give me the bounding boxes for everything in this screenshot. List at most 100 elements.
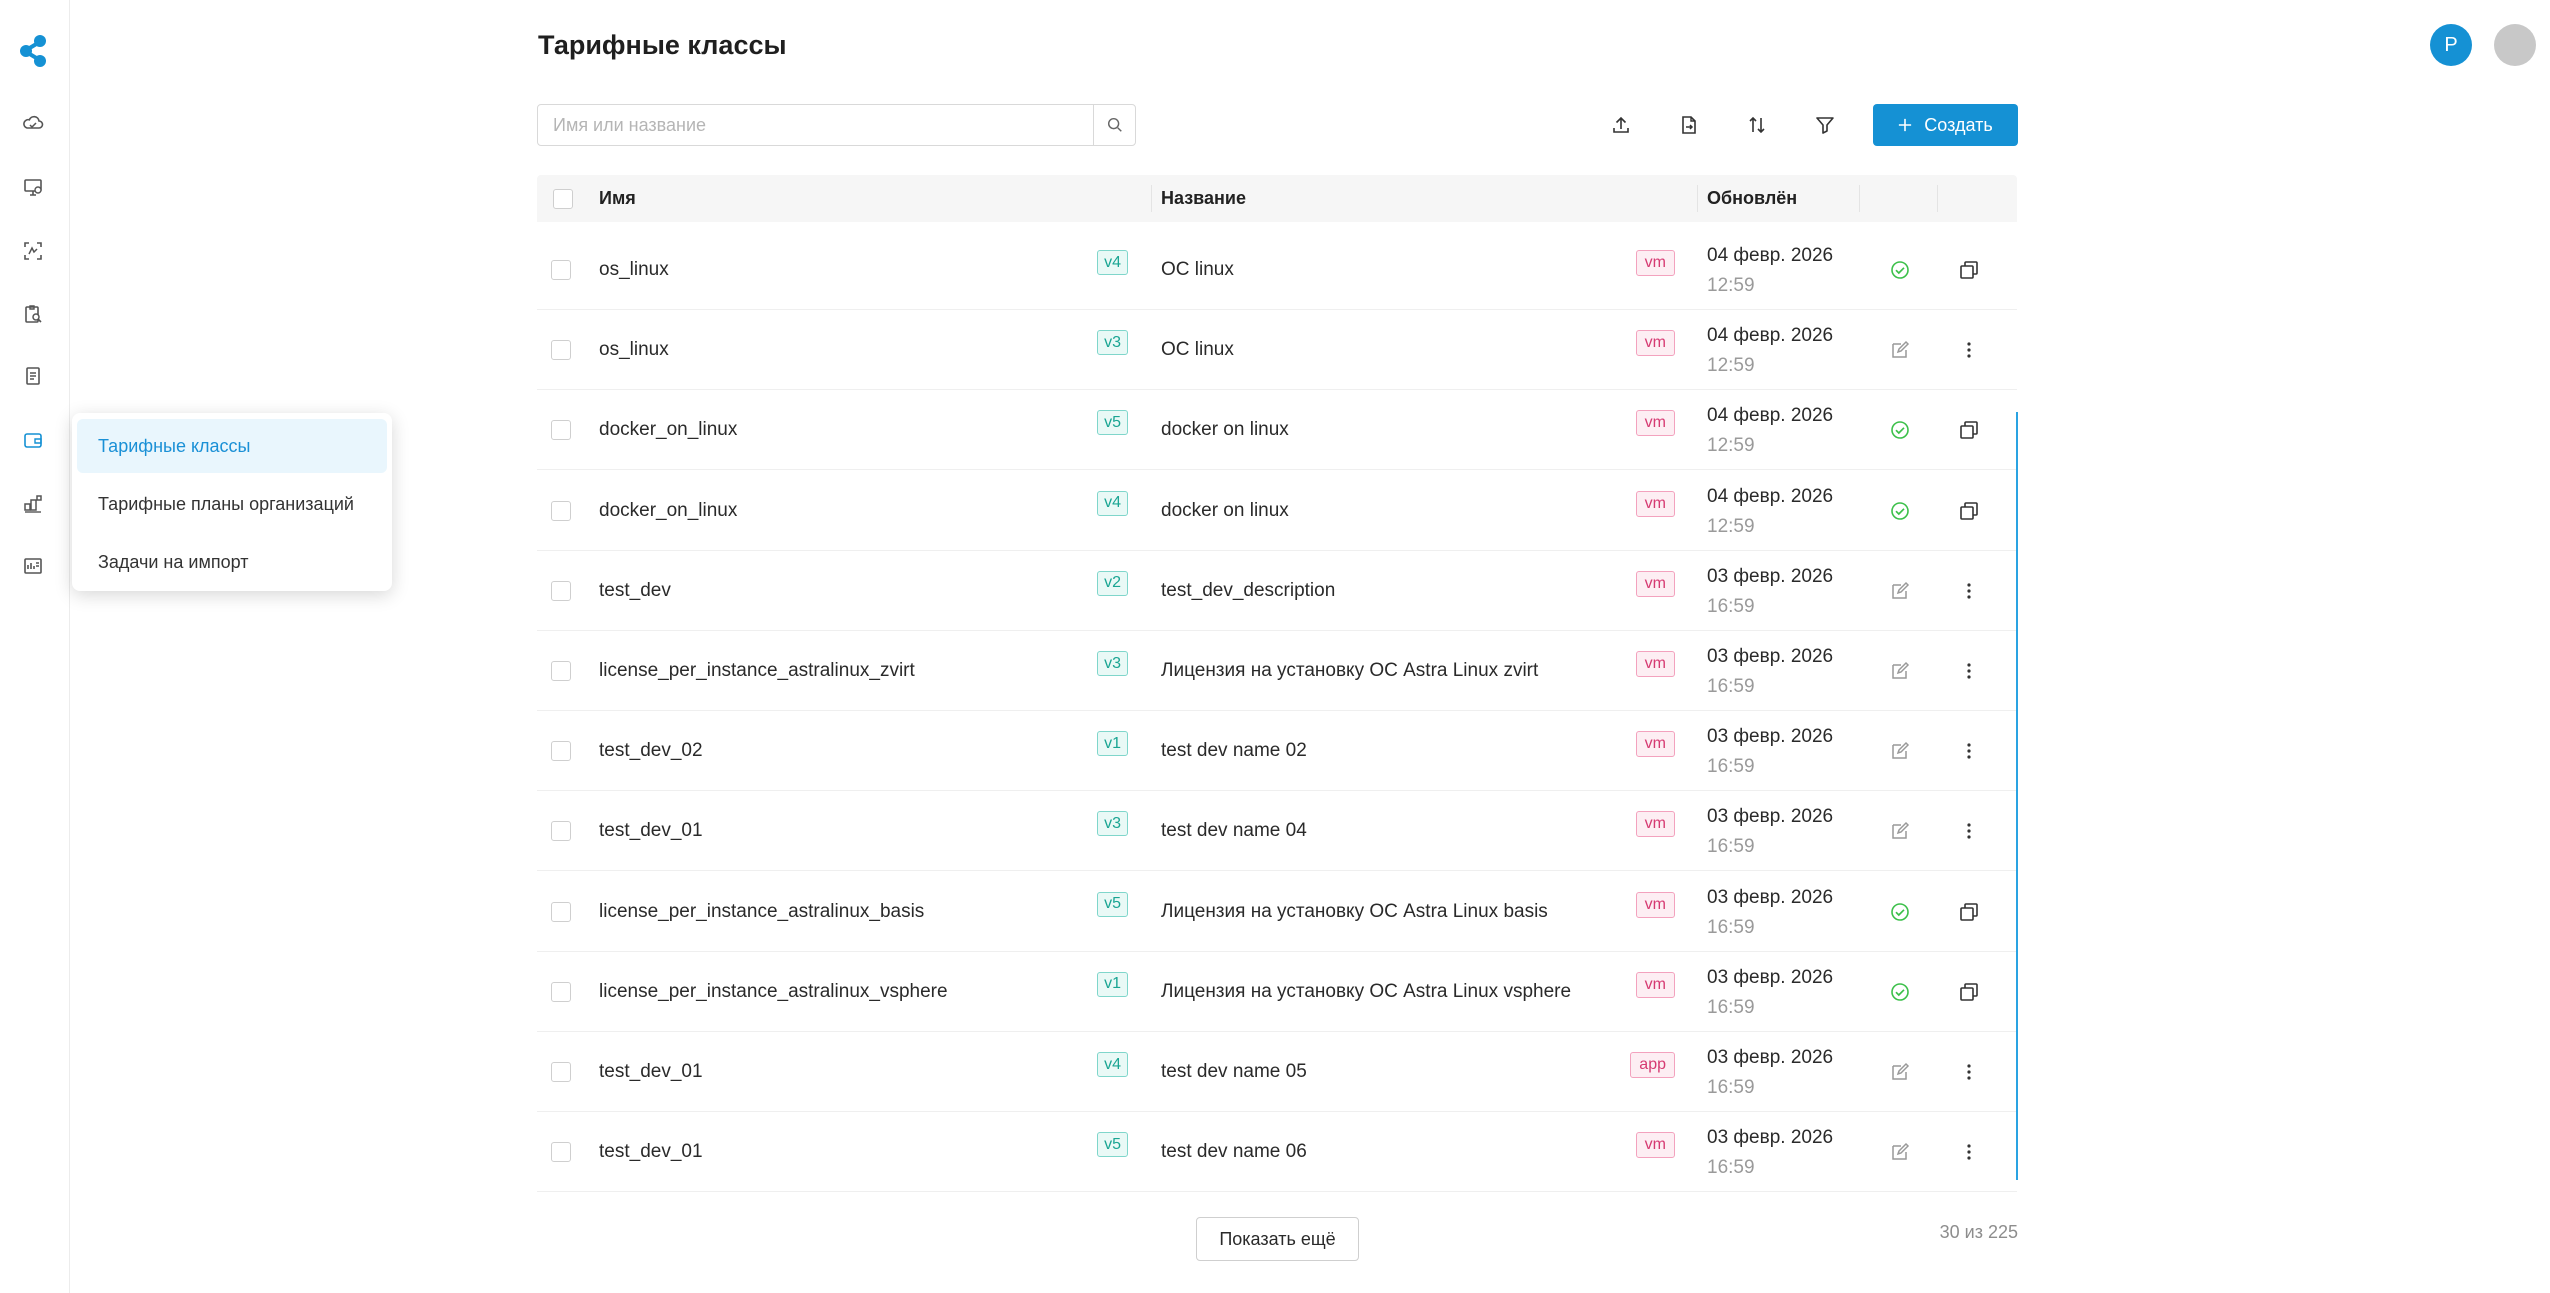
table-row[interactable]: test_dev v2 test_dev_description vm 03 ф… — [537, 551, 2017, 631]
row-name[interactable]: license_per_instance_astralinux_zvirt — [599, 631, 915, 711]
column-header-updated[interactable]: Обновлён — [1707, 175, 1797, 222]
edit-icon[interactable] — [1887, 1059, 1913, 1085]
row-name[interactable]: test_dev_02 — [599, 711, 703, 791]
copy-icon[interactable] — [1956, 899, 1982, 925]
more-vertical-icon[interactable] — [1956, 658, 1982, 684]
row-checkbox[interactable] — [551, 1142, 571, 1163]
clipboard-search-icon[interactable] — [21, 302, 45, 326]
type-badge: vm — [1635, 891, 1675, 918]
row-name[interactable]: test_dev_01 — [599, 1032, 703, 1112]
edit-icon[interactable] — [1887, 658, 1913, 684]
version-badge: v4 — [1097, 1052, 1128, 1077]
version-badge: v5 — [1097, 1132, 1128, 1158]
row-checkbox[interactable] — [551, 340, 571, 361]
select-all-checkbox[interactable] — [553, 188, 573, 209]
version-badge: v3 — [1097, 811, 1128, 837]
sort-button[interactable] — [1740, 108, 1774, 142]
updated-date: 03 февр. 2026 — [1707, 726, 1834, 748]
table-row[interactable]: docker_on_linux v5 docker on linux vm 04… — [537, 390, 2017, 471]
row-checkbox[interactable] — [551, 260, 571, 280]
more-vertical-icon[interactable] — [1956, 818, 1982, 844]
report-icon[interactable] — [21, 554, 45, 578]
cloud-icon[interactable] — [21, 111, 45, 135]
table-row[interactable]: license_per_instance_astralinux_vsphere … — [537, 952, 2017, 1032]
edit-icon[interactable] — [1887, 1139, 1913, 1165]
copy-icon[interactable] — [1956, 257, 1982, 283]
type-badge: vm — [1635, 651, 1675, 677]
table-row[interactable]: os_linux v4 ОС linux vm 04 февр. 2026 12… — [537, 230, 2017, 310]
monitor-icon[interactable] — [21, 175, 45, 199]
updated-time: 16:59 — [1707, 756, 1755, 778]
table-row[interactable]: license_per_instance_astralinux_zvirt v3… — [537, 631, 2017, 711]
type-badge: vm — [1635, 490, 1675, 517]
table-row[interactable]: test_dev_01 v4 test dev name 05 app 03 ф… — [537, 1032, 2017, 1112]
table-row[interactable]: test_dev_01 v3 test dev name 04 vm 03 фе… — [537, 791, 2017, 872]
export-button[interactable] — [1672, 108, 1706, 142]
upload-button[interactable] — [1604, 108, 1638, 142]
menu-item-org-tariff-plans[interactable]: Тарифные планы организаций — [77, 477, 387, 531]
updated-time: 16:59 — [1707, 595, 1755, 617]
more-vertical-icon[interactable] — [1956, 1059, 1982, 1085]
scan-icon[interactable] — [21, 239, 45, 263]
table-row[interactable]: test_dev_01 v5 test dev name 06 vm 03 фе… — [537, 1112, 2017, 1193]
table-row[interactable]: os_linux v3 ОС linux vm 04 февр. 2026 12… — [537, 310, 2017, 391]
row-name[interactable]: test_dev — [599, 551, 671, 631]
row-checkbox[interactable] — [551, 821, 571, 842]
row-name[interactable]: docker_on_linux — [599, 390, 737, 470]
row-checkbox[interactable] — [551, 661, 571, 681]
row-checkbox[interactable] — [551, 420, 571, 441]
version-badge: v5 — [1097, 891, 1128, 917]
row-title: test dev name 06 — [1161, 1141, 1307, 1163]
search-input[interactable] — [538, 105, 1093, 145]
show-more-button[interactable]: Показать ещё — [1196, 1217, 1359, 1261]
more-vertical-icon[interactable] — [1956, 337, 1982, 363]
upload-icon — [1613, 116, 1629, 133]
row-name[interactable]: test_dev_01 — [599, 1112, 703, 1192]
copy-icon[interactable] — [1956, 417, 1982, 443]
wallet-icon[interactable] — [21, 428, 45, 452]
row-name[interactable]: license_per_instance_astralinux_vsphere — [599, 952, 948, 1032]
row-name[interactable]: docker_on_linux — [599, 471, 737, 551]
published-check-icon — [1887, 979, 1913, 1005]
edit-icon[interactable] — [1887, 738, 1913, 764]
result-count: 30 из 225 — [1939, 1222, 2018, 1242]
more-vertical-icon[interactable] — [1956, 578, 1982, 604]
row-name[interactable]: test_dev_01 — [599, 791, 703, 871]
row-name[interactable]: os_linux — [599, 230, 669, 310]
copy-icon[interactable] — [1956, 979, 1982, 1005]
secondary-avatar[interactable] — [2494, 24, 2536, 66]
edit-icon[interactable] — [1887, 337, 1913, 363]
edit-icon[interactable] — [1887, 818, 1913, 844]
updated-time: 12:59 — [1707, 275, 1755, 296]
row-checkbox[interactable] — [551, 901, 571, 922]
search-button[interactable] — [1093, 105, 1135, 145]
scroll-indicator[interactable] — [2016, 412, 2018, 1180]
logo-icon[interactable] — [18, 34, 50, 68]
table-row[interactable]: docker_on_linux v4 docker on linux vm 04… — [537, 471, 2017, 551]
filter-button[interactable] — [1808, 108, 1842, 142]
row-checkbox[interactable] — [551, 500, 571, 521]
row-checkbox[interactable] — [551, 580, 571, 601]
table-row[interactable]: test_dev_02 v1 test dev name 02 vm 03 фе… — [537, 711, 2017, 792]
table-row[interactable]: license_per_instance_astralinux_basis v5… — [537, 872, 2017, 952]
edit-icon[interactable] — [1887, 578, 1913, 604]
more-vertical-icon[interactable] — [1956, 738, 1982, 764]
menu-item-import-tasks[interactable]: Задачи на импорт — [77, 535, 387, 589]
document-icon[interactable] — [21, 364, 45, 388]
row-name[interactable]: license_per_instance_astralinux_basis — [599, 872, 924, 952]
row-checkbox[interactable] — [551, 1062, 571, 1082]
menu-item-tariff-classes[interactable]: Тарифные классы — [77, 419, 387, 473]
row-name[interactable]: os_linux — [599, 310, 669, 390]
type-badge: app — [1630, 1052, 1675, 1078]
row-title: Лицензия на установку ОС Astra Linux zvi… — [1161, 660, 1539, 681]
create-button[interactable]: Создать — [1873, 104, 2018, 146]
row-checkbox[interactable] — [551, 741, 571, 762]
column-header-name[interactable]: Имя — [599, 175, 636, 222]
org-chart-icon[interactable] — [21, 491, 45, 515]
copy-icon[interactable] — [1956, 498, 1982, 524]
more-vertical-icon[interactable] — [1956, 1139, 1982, 1165]
user-avatar[interactable]: Р — [2430, 24, 2472, 66]
version-badge: v5 — [1097, 410, 1128, 436]
row-checkbox[interactable] — [551, 981, 571, 1002]
column-header-title[interactable]: Название — [1161, 175, 1246, 222]
